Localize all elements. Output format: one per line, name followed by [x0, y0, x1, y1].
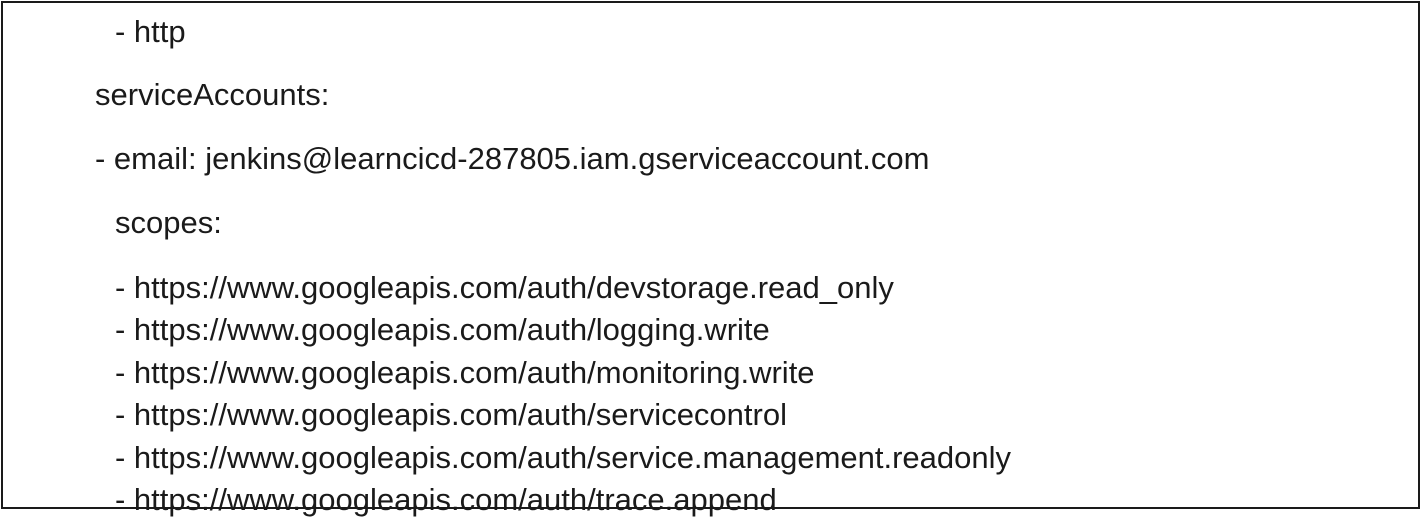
scope-item: - https://www.googleapis.com/auth/servic… — [115, 439, 1012, 475]
scope-item: - https://www.googleapis.com/auth/loggin… — [115, 312, 770, 348]
service-accounts-key: serviceAccounts: — [95, 77, 330, 112]
scope-list: - https://www.googleapis.com/auth/devsto… — [115, 267, 1011, 521]
email-line: - email: jenkins@learncicd-287805.iam.gs… — [95, 141, 930, 176]
protocol-item: - http — [115, 14, 186, 49]
config-box: - http serviceAccounts: - email: jenkins… — [1, 1, 1420, 517]
scope-item: - https://www.googleapis.com/auth/trace.… — [115, 482, 777, 518]
scope-item: - https://www.googleapis.com/auth/servic… — [115, 397, 787, 433]
scope-item: - https://www.googleapis.com/auth/devsto… — [115, 270, 894, 305]
scope-item: - https://www.googleapis.com/auth/monito… — [115, 354, 815, 390]
scopes-key: scopes: — [115, 205, 222, 240]
